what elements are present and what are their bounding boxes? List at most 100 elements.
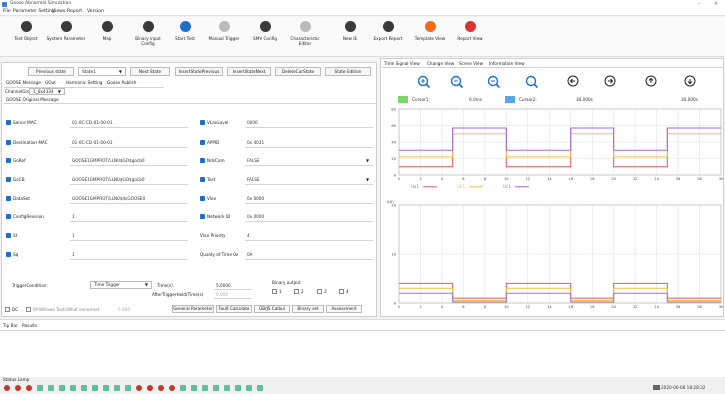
delete-current-state-button[interactable]: DeleteCurState	[275, 67, 321, 76]
field-value[interactable]: FALSE	[247, 177, 260, 182]
pan-left-icon[interactable]	[567, 75, 579, 87]
zoom-x-icon[interactable]	[487, 75, 501, 89]
next-state-button[interactable]: Next State	[130, 67, 170, 76]
smv-config-button[interactable]: SMV Config	[245, 20, 285, 54]
field-checkbox[interactable]	[6, 196, 11, 201]
pan-up-icon[interactable]	[645, 75, 657, 87]
field-checkbox[interactable]	[6, 158, 11, 163]
menu-report[interactable]: Report	[67, 9, 82, 14]
after-trigger-input[interactable]: 0.000	[216, 292, 228, 297]
x-tick-label: 30	[719, 177, 724, 181]
voltage-chart[interactable]: 0 2 4 6 8 10 12 14 16 18 20 22 24 26 28 30020406080Ua1 U…	[381, 106, 725, 194]
zoom-out-icon[interactable]	[450, 75, 464, 89]
trigger-condition-select[interactable]: Time Trigger ▼	[90, 281, 152, 289]
tab-scene-view[interactable]: Scene View	[459, 61, 483, 66]
binary-output-checkbox[interactable]	[339, 289, 344, 294]
zoom-in-icon[interactable]	[417, 75, 431, 89]
insert-state-next-button[interactable]: InsertStateNext	[227, 67, 271, 76]
field-value[interactable]: GOOSE1GMPROT/LLN0$GO$gocb0	[72, 158, 145, 163]
characteristic-icon	[299, 21, 311, 32]
field-value[interactable]: 0x 0000	[247, 214, 264, 219]
field-value[interactable]: GOOSE1GMPROT/LLN0$dsGOOSE0	[72, 196, 145, 201]
field-checkbox[interactable]	[200, 214, 205, 219]
dc-checkbox[interactable]	[5, 307, 10, 312]
manual-trigger-button[interactable]: Manual Trigger	[204, 20, 244, 54]
field-value[interactable]: 01-0C-CD-01-00-01	[72, 120, 113, 125]
binary-output-checkbox[interactable]	[294, 289, 299, 294]
x-tick-label: 20	[611, 177, 616, 181]
test-checkbox[interactable]	[26, 307, 31, 312]
test-value[interactable]: 5.000	[118, 307, 130, 312]
bottom-button[interactable]: GB/JS Calbul	[254, 305, 290, 313]
menu-views[interactable]: Views	[52, 9, 65, 14]
report-view-icon	[464, 21, 476, 32]
bottom-button[interactable]: Fault Calculate	[216, 305, 252, 313]
field-checkbox[interactable]	[6, 233, 11, 238]
field-value[interactable]: 1	[72, 233, 75, 238]
field-checkbox[interactable]	[6, 252, 11, 257]
tab-change-view[interactable]: Change View	[427, 61, 454, 66]
close-icon[interactable]: ×	[714, 1, 718, 7]
channel-group-select[interactable]: 1_0x4334 ▼	[29, 88, 65, 95]
tab-results[interactable]: Results	[22, 323, 37, 328]
field-value[interactable]: 1	[72, 214, 75, 219]
characteristic-button[interactable]: Characteristic Editor	[285, 20, 325, 54]
binary-output-checkbox[interactable]	[272, 289, 277, 294]
bottom-button[interactable]: Binary set	[292, 305, 324, 313]
field-checkbox[interactable]	[6, 120, 11, 125]
field-checkbox[interactable]	[6, 177, 11, 182]
field-checkbox[interactable]	[200, 120, 205, 125]
field-checkbox[interactable]	[200, 140, 205, 145]
field-value[interactable]: GOOSE1GMPROT/LLN0$GO$gocb0	[72, 177, 145, 182]
status-lamp	[26, 385, 32, 391]
field-underline	[70, 165, 188, 166]
pan-right-icon[interactable]	[604, 75, 616, 87]
field-checkbox[interactable]	[200, 158, 205, 163]
current-chart[interactable]: 0 2 4 6 8 10 12 14 16 18 20 22 24 26 28 3001020I(A)	[381, 193, 725, 317]
export-report-button[interactable]: Export Report	[368, 20, 408, 54]
field-value[interactable]: 0x 0000	[247, 196, 264, 201]
binary-input-button[interactable]: Binary input Config	[128, 20, 168, 54]
field-value[interactable]: 01-0C-CD-01-00-01	[72, 140, 113, 145]
state-select[interactable]: State1 ▼	[78, 67, 126, 76]
menu-parameter-setting[interactable]: Parameter Setting	[13, 9, 55, 14]
field-checkbox[interactable]	[200, 196, 205, 201]
field-value[interactable]: 0A	[247, 252, 253, 257]
template-view-button[interactable]: Template View	[410, 20, 450, 54]
map-button[interactable]: Map	[87, 20, 127, 54]
play-button[interactable]: Start Test	[165, 20, 205, 54]
tab-goose-message[interactable]: GOOSE Message	[6, 80, 41, 85]
x-tick-label: 0	[398, 177, 401, 181]
menu-file[interactable]: File	[3, 9, 11, 14]
tab-goose-publish[interactable]: Goose Publish	[107, 80, 136, 85]
tab-time-signal-view[interactable]: Time Signal View	[384, 61, 420, 66]
field-value[interactable]: FALSE	[247, 158, 260, 163]
bottom-button[interactable]: General Parameter	[172, 305, 214, 313]
tab-goose-original-message[interactable]: GOOSE Original Message	[6, 97, 59, 102]
binary-output-checkbox[interactable]	[317, 289, 322, 294]
field-checkbox[interactable]	[6, 140, 11, 145]
tab-information-view[interactable]: Information View	[489, 61, 525, 66]
field-value[interactable]: 1	[72, 252, 75, 257]
target-button[interactable]: Test Object	[6, 20, 46, 54]
field-checkbox[interactable]	[6, 214, 11, 219]
field-checkbox[interactable]	[200, 177, 205, 182]
field-value[interactable]: 4	[247, 233, 250, 238]
tab-harmonic-setting[interactable]: Harmonic Setting	[66, 80, 102, 85]
report-view-button[interactable]: Report View	[450, 20, 490, 54]
minimize-icon[interactable]: –	[698, 1, 701, 7]
previous-state-button[interactable]: Previous state	[28, 67, 74, 76]
menu-version[interactable]: Version	[87, 9, 104, 14]
insert-state-previous-button[interactable]: InsertStatePrevious	[175, 67, 223, 76]
zoom-y-icon[interactable]	[525, 75, 539, 89]
tab-tip-bar[interactable]: Tip Bar	[3, 323, 18, 328]
time-input[interactable]: 5.0000	[216, 283, 231, 288]
pan-down-icon[interactable]	[684, 75, 696, 87]
state-edition-button[interactable]: State Edition	[325, 67, 371, 76]
field-value[interactable]: 0x 4031	[247, 140, 264, 145]
new-ie-button[interactable]: New IE	[330, 20, 370, 54]
field-value[interactable]: 0000	[247, 120, 258, 125]
tab-gout[interactable]: GOut	[45, 80, 56, 85]
bottom-button[interactable]: Assessment	[326, 305, 362, 313]
settings-button[interactable]: System Parameter	[46, 20, 86, 54]
